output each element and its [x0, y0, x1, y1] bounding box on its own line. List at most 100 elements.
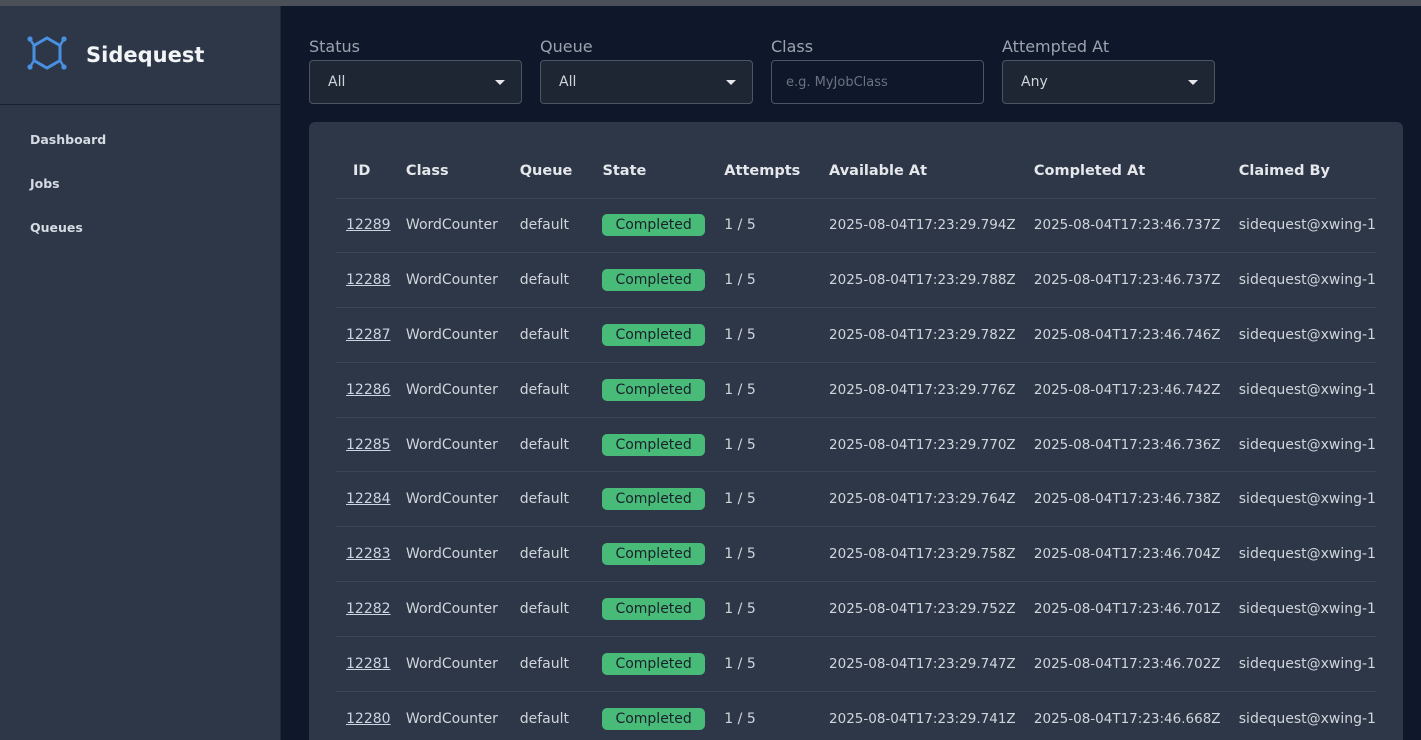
column-header-claimed-by[interactable]: Claimed By	[1228, 144, 1376, 199]
job-id-link[interactable]: 12287	[346, 327, 391, 343]
job-completed-at-cell: 2025-08-04T17:23:46.736Z	[1023, 417, 1229, 473]
column-header-completed-at[interactable]: Completed At	[1023, 144, 1229, 199]
attempted-at-select-value: Any	[1021, 74, 1048, 90]
table-row: 12287 WordCounter default Completed 1 / 5 202…	[336, 307, 1376, 363]
job-id-link[interactable]: 12284	[346, 491, 391, 507]
column-header-available-at[interactable]: Available At	[819, 144, 1024, 199]
job-available-at-cell: 2025-08-04T17:23:29.758Z	[819, 526, 1024, 583]
state-badge: Completed	[602, 378, 705, 401]
state-badge: Completed	[602, 269, 705, 292]
job-class-cell: WordCounter	[395, 636, 510, 692]
job-completed-at-cell: 2025-08-04T17:23:46.746Z	[1023, 307, 1229, 363]
job-state-cell: Completed	[592, 307, 715, 363]
column-header-id[interactable]: ID	[336, 144, 396, 199]
job-class-cell: WordCounter	[395, 471, 510, 528]
job-available-at-cell: 2025-08-04T17:23:29.752Z	[819, 581, 1024, 637]
job-class-cell: WordCounter	[395, 198, 510, 254]
job-id-cell: 12286	[336, 362, 396, 418]
job-id-cell: 12283	[336, 526, 396, 583]
class-filter: Class	[771, 36, 984, 104]
column-header-state[interactable]: State	[592, 144, 715, 199]
job-class-cell: WordCounter	[395, 307, 510, 363]
job-id-cell: 12280	[336, 691, 396, 740]
job-id-link[interactable]: 12281	[346, 656, 391, 672]
job-id-link[interactable]: 12282	[346, 601, 391, 617]
table-row: 12286 WordCounter default Completed 1 / 5 202…	[336, 362, 1376, 418]
job-id-cell: 12281	[336, 636, 396, 692]
attempted-at-filter: Attempted At Any	[1002, 36, 1215, 104]
job-queue-cell: default	[509, 636, 593, 692]
job-class-cell: WordCounter	[395, 691, 510, 740]
attempted-at-filter-label: Attempted At	[1002, 37, 1110, 56]
job-queue-cell: default	[509, 198, 593, 254]
job-class-cell: WordCounter	[395, 252, 510, 309]
job-completed-at-cell: 2025-08-04T17:23:46.737Z	[1023, 198, 1229, 254]
job-class-cell: WordCounter	[395, 526, 510, 583]
job-state-cell: Completed	[592, 471, 715, 528]
job-available-at-cell: 2025-08-04T17:23:29.788Z	[819, 252, 1024, 309]
job-available-at-cell: 2025-08-04T17:23:29.794Z	[819, 198, 1024, 254]
job-attempts-cell: 1 / 5	[714, 198, 820, 254]
job-claimed-by-cell: sidequest@xwing-1	[1228, 198, 1376, 254]
status-filter-label: Status	[309, 37, 360, 56]
sidebar-item-dashboard[interactable]: Dashboard	[0, 125, 280, 169]
job-available-at-cell: 2025-08-04T17:23:29.741Z	[819, 691, 1024, 740]
table-header-row: ID Class Queue State Attempts Available …	[336, 144, 1376, 199]
job-available-at-cell: 2025-08-04T17:23:29.776Z	[819, 362, 1024, 418]
job-queue-cell: default	[509, 252, 593, 309]
job-attempts-cell: 1 / 5	[714, 636, 820, 692]
job-id-link[interactable]: 12286	[346, 382, 391, 398]
job-state-cell: Completed	[592, 362, 715, 418]
column-header-class[interactable]: Class	[395, 144, 510, 199]
queue-filter: Queue All	[540, 36, 753, 104]
job-queue-cell: default	[509, 307, 593, 363]
caret-down-icon	[1188, 79, 1198, 85]
job-id-cell: 12285	[336, 417, 396, 473]
status-select-value: All	[328, 74, 346, 90]
job-attempts-cell: 1 / 5	[714, 581, 820, 637]
job-attempts-cell: 1 / 5	[714, 471, 820, 528]
job-id-link[interactable]: 12280	[346, 711, 391, 727]
column-header-queue[interactable]: Queue	[509, 144, 593, 199]
table-row: 12284 WordCounter default Completed 1 / 5 202…	[336, 471, 1376, 528]
job-queue-cell: default	[509, 691, 593, 740]
sidebar-item-queues[interactable]: Queues	[0, 213, 280, 257]
queue-select[interactable]: All	[540, 60, 753, 104]
job-id-cell: 12287	[336, 307, 396, 363]
job-claimed-by-cell: sidequest@xwing-1	[1228, 362, 1376, 418]
app-name: Sidequest	[86, 43, 205, 67]
job-state-cell: Completed	[592, 581, 715, 637]
state-badge: Completed	[602, 707, 705, 730]
sidebar: Sidequest Dashboard Jobs Queues	[0, 6, 281, 740]
table-row: 12285 WordCounter default Completed 1 / 5 202…	[336, 417, 1376, 473]
job-id-link[interactable]: 12285	[346, 437, 391, 453]
job-state-cell: Completed	[592, 417, 715, 473]
jobs-table: ID Class Queue State Attempts Available …	[336, 144, 1376, 740]
state-badge: Completed	[602, 488, 705, 511]
job-queue-cell: default	[509, 417, 593, 473]
job-claimed-by-cell: sidequest@xwing-1	[1228, 636, 1376, 692]
job-claimed-by-cell: sidequest@xwing-1	[1228, 691, 1376, 740]
job-state-cell: Completed	[592, 636, 715, 692]
job-id-link[interactable]: 12289	[346, 217, 391, 233]
caret-down-icon	[726, 79, 736, 85]
status-select[interactable]: All	[309, 60, 522, 104]
table-row: 12280 WordCounter default Completed 1 / 5 202…	[336, 691, 1376, 740]
column-header-attempts[interactable]: Attempts	[714, 144, 820, 199]
job-class-cell: WordCounter	[395, 581, 510, 637]
job-id-link[interactable]: 12288	[346, 272, 391, 288]
job-attempts-cell: 1 / 5	[714, 691, 820, 740]
job-claimed-by-cell: sidequest@xwing-1	[1228, 581, 1376, 637]
attempted-at-select[interactable]: Any	[1002, 60, 1215, 104]
class-input[interactable]	[786, 74, 967, 90]
brand[interactable]: Sidequest	[0, 6, 280, 105]
state-badge: Completed	[602, 652, 705, 675]
jobs-panel: ID Class Queue State Attempts Available …	[309, 122, 1403, 740]
table-row: 12288 WordCounter default Completed 1 / 5 202…	[336, 252, 1376, 309]
job-available-at-cell: 2025-08-04T17:23:29.764Z	[819, 471, 1024, 528]
sidebar-item-jobs[interactable]: Jobs	[0, 169, 280, 213]
job-id-link[interactable]: 12283	[346, 546, 391, 562]
job-state-cell: Completed	[592, 198, 715, 254]
state-badge: Completed	[602, 433, 705, 456]
job-queue-cell: default	[509, 581, 593, 637]
